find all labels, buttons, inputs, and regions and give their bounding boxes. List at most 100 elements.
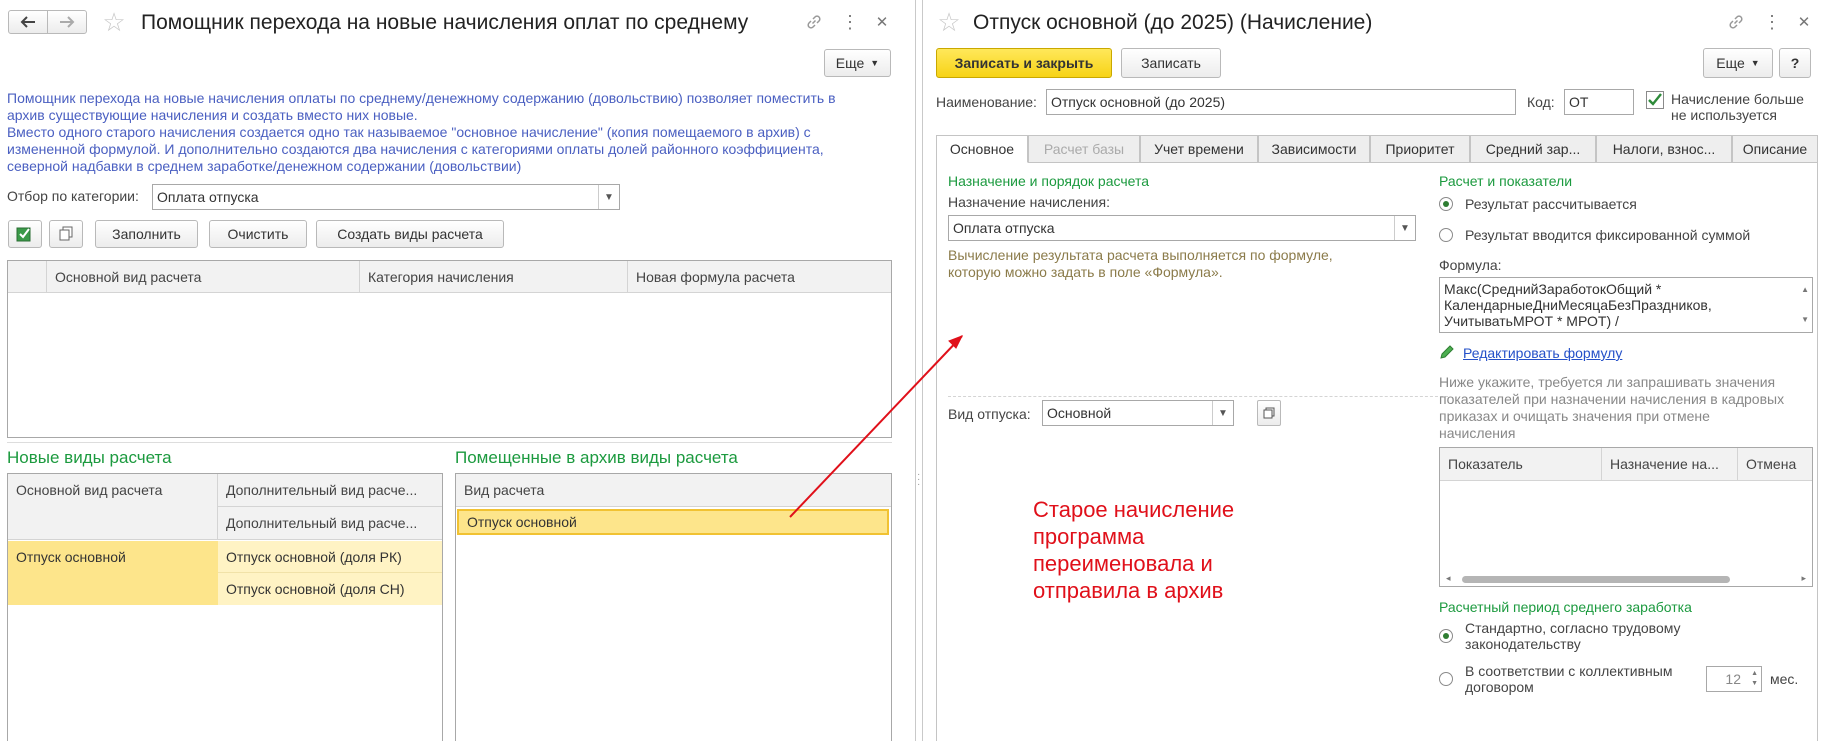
checkmark-icon xyxy=(1648,93,1662,106)
close-icon[interactable]: ✕ xyxy=(872,12,892,32)
fill-button[interactable]: Заполнить xyxy=(95,220,198,248)
radio-period-collective[interactable] xyxy=(1439,672,1453,686)
favorite-star-icon[interactable]: ☆ xyxy=(935,7,963,37)
radio-calculated[interactable] xyxy=(1439,197,1453,211)
table-row[interactable]: Отпуск основной Отпуск основной (доля РК… xyxy=(8,541,442,605)
more-vert-icon[interactable]: ⋮ xyxy=(1762,12,1782,32)
top-table[interactable]: Основной вид расчета Категория начислени… xyxy=(7,260,892,438)
table-cell-main: Отпуск основной xyxy=(8,541,218,605)
tab-average[interactable]: Средний зар... xyxy=(1470,135,1596,163)
help-button[interactable]: ? xyxy=(1779,48,1811,78)
save-button[interactable]: Записать xyxy=(1121,48,1221,78)
left-window-title: Помощник перехода на новые начисления оп… xyxy=(141,11,749,34)
close-icon[interactable]: ✕ xyxy=(1794,12,1814,32)
scroll-down-icon[interactable]: ▼ xyxy=(1801,312,1809,328)
left-window: ☆ Помощник перехода на новые начисления … xyxy=(0,0,905,741)
filter-select[interactable]: Оплата отпуска ▼ xyxy=(152,184,620,210)
more-vert-icon[interactable]: ⋮ xyxy=(840,12,860,32)
code-label: Код: xyxy=(1527,94,1555,110)
not-used-checkbox[interactable] xyxy=(1646,91,1664,109)
new-types-table[interactable]: Основной вид расчета Дополнительный вид … xyxy=(7,473,443,741)
radio-fixed-label: Результат вводится фиксированной суммой xyxy=(1465,227,1751,243)
pencil-icon xyxy=(1439,344,1455,363)
window-divider[interactable]: · · · xyxy=(912,0,926,741)
period-section-title: Расчетный период среднего заработка xyxy=(1439,599,1692,615)
not-used-label: Начисление больше не используется xyxy=(1671,91,1804,123)
open-vacation-type-button[interactable] xyxy=(1257,400,1281,426)
new-types-title: Новые виды расчета xyxy=(7,448,172,467)
scroll-right-icon[interactable]: ▸ xyxy=(1801,573,1806,584)
purpose-section-title: Назначение и порядок расчета xyxy=(948,173,1150,189)
chevron-down-icon[interactable]: ▼ xyxy=(1394,216,1415,240)
left-more-button[interactable]: Еще ▼ xyxy=(824,49,891,77)
table-row[interactable]: Отпуск основной xyxy=(457,509,889,535)
table-header[interactable]: Основной вид расчета xyxy=(8,474,218,540)
stepper-icon[interactable]: ▲ ▼ xyxy=(1751,669,1758,689)
radio-fixed[interactable] xyxy=(1439,228,1453,242)
period-standard-label: Стандартно, согласно трудовому законодат… xyxy=(1465,620,1681,652)
code-field[interactable]: ОТ xyxy=(1564,89,1634,115)
copy-button[interactable] xyxy=(49,220,83,248)
chevron-down-icon[interactable]: ▼ xyxy=(1212,401,1233,425)
table-header[interactable]: Основной вид расчета xyxy=(47,261,360,293)
months-field[interactable]: 12 ▲ ▼ xyxy=(1706,666,1762,692)
table-header-selector xyxy=(8,261,47,293)
table-header[interactable]: Категория начисления xyxy=(360,261,628,293)
tab-time[interactable]: Учет времени xyxy=(1140,135,1258,163)
filter-label: Отбор по категории: xyxy=(7,188,139,204)
table-header[interactable]: Вид расчета xyxy=(456,474,891,507)
calc-hint: Вычисление результата расчета выполняетс… xyxy=(948,247,1333,280)
link-icon[interactable] xyxy=(1726,12,1746,32)
table-cell-add2: Отпуск основной (доля СН) xyxy=(218,573,442,605)
checkbox-check-icon xyxy=(16,227,31,242)
annotation-text: Старое начисление программа переименовал… xyxy=(1033,497,1235,603)
horizontal-scrollbar[interactable]: ◂ ▸ xyxy=(1440,572,1812,586)
scroll-left-icon[interactable]: ◂ xyxy=(1446,573,1451,584)
tab-calc-base[interactable]: Расчет базы xyxy=(1028,135,1140,163)
tab-description[interactable]: Описание xyxy=(1732,135,1818,163)
archive-table[interactable]: Вид расчета Отпуск основной xyxy=(455,473,892,741)
create-types-button[interactable]: Создать виды расчета xyxy=(316,220,504,248)
archive-title: Помещенные в архив виды расчета xyxy=(455,448,738,467)
tab-taxes[interactable]: Налоги, взнос... xyxy=(1596,135,1732,163)
forward-button[interactable] xyxy=(47,10,87,34)
table-header[interactable]: Новая формула расчета xyxy=(628,261,891,293)
table-header[interactable]: Дополнительный вид расче... xyxy=(218,474,442,507)
arrow-right-icon xyxy=(60,16,75,28)
table-header[interactable]: Дополнительный вид расче... xyxy=(218,507,442,540)
period-collective-label: В соответствии с коллективным договором xyxy=(1465,663,1673,695)
tab-dependencies[interactable]: Зависимости xyxy=(1258,135,1370,163)
link-icon[interactable] xyxy=(804,12,824,32)
dashed-separator xyxy=(948,396,1448,397)
open-icon xyxy=(1263,407,1275,419)
chevron-down-icon[interactable]: ▼ xyxy=(598,185,619,209)
save-and-close-button[interactable]: Записать и закрыть xyxy=(936,48,1112,78)
splitter-line xyxy=(7,442,892,443)
splitter-handle-icon[interactable]: · · · xyxy=(917,470,920,490)
tab-main[interactable]: Основное xyxy=(936,135,1028,163)
favorite-star-icon[interactable]: ☆ xyxy=(100,7,128,37)
right-more-button[interactable]: Еще ▼ xyxy=(1703,48,1773,78)
intro-text: Помощник перехода на новые начисления оп… xyxy=(7,90,836,174)
check-all-button[interactable] xyxy=(8,220,42,248)
vacation-type-select[interactable]: Основной ▼ xyxy=(1042,400,1234,426)
edit-formula-link[interactable]: Редактировать формулу xyxy=(1463,345,1622,361)
table-header[interactable]: Отмена xyxy=(1738,448,1812,481)
indicators-table[interactable]: Показатель Назначение на... Отмена ◂ ▸ xyxy=(1439,447,1813,587)
chevron-down-icon: ▼ xyxy=(1750,58,1760,68)
scrollbar-thumb[interactable] xyxy=(1462,576,1730,583)
table-header[interactable]: Назначение на... xyxy=(1602,448,1738,481)
formula-field[interactable]: Макс(СреднийЗаработокОбщий * Календарные… xyxy=(1439,277,1813,333)
radio-calculated-label: Результат рассчитывается xyxy=(1465,196,1637,212)
indicators-hint: Ниже укажите, требуется ли запрашивать з… xyxy=(1439,374,1785,441)
scroll-up-icon[interactable]: ▲ xyxy=(1801,282,1809,298)
radio-period-standard[interactable] xyxy=(1439,629,1453,643)
back-button[interactable] xyxy=(8,10,48,34)
right-window-title: Отпуск основной (до 2025) (Начисление) xyxy=(973,11,1373,34)
purpose-select[interactable]: Оплата отпуска ▼ xyxy=(948,215,1416,241)
table-cell-add1: Отпуск основной (доля РК) xyxy=(218,541,442,573)
table-header[interactable]: Показатель xyxy=(1440,448,1602,481)
name-field[interactable]: Отпуск основной (до 2025) xyxy=(1046,89,1516,115)
clear-button[interactable]: Очистить xyxy=(209,220,307,248)
tab-priority[interactable]: Приоритет xyxy=(1370,135,1470,163)
